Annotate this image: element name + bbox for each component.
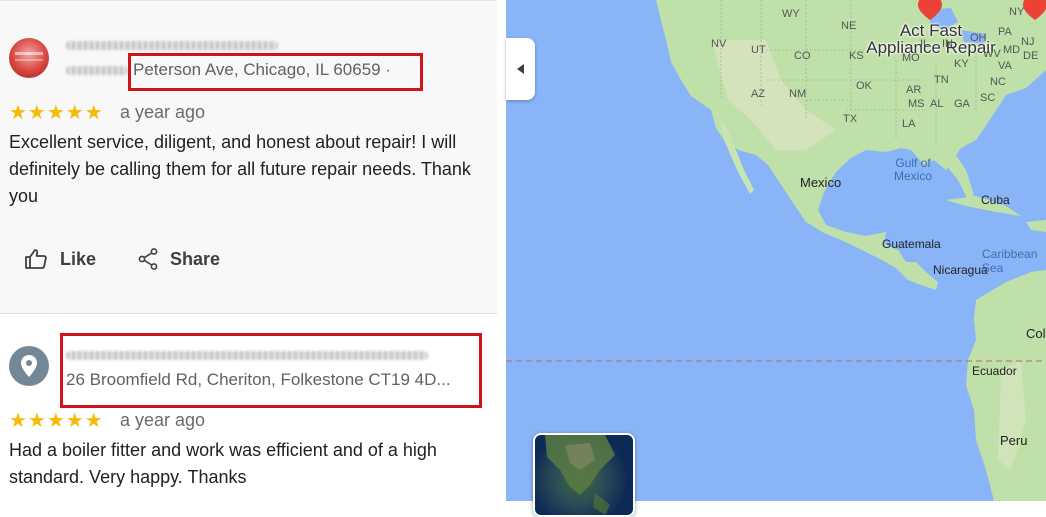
satellite-layer-toggle[interactable] bbox=[533, 433, 635, 517]
state-label: AR bbox=[906, 84, 922, 96]
share-icon bbox=[138, 248, 158, 270]
satellite-thumbnail bbox=[545, 435, 615, 515]
share-button[interactable]: Share bbox=[138, 248, 220, 270]
state-label: VA bbox=[998, 60, 1012, 72]
state-label: IL bbox=[920, 38, 930, 50]
country-label: Nicaragua bbox=[933, 263, 988, 277]
state-label: KY bbox=[954, 58, 969, 70]
state-label: NV bbox=[711, 38, 727, 50]
map-canvas[interactable]: Act Fast Appliance Repair NV UT WY CO NE… bbox=[506, 0, 1046, 501]
country-label: Peru bbox=[1000, 433, 1028, 448]
state-label: SC bbox=[980, 92, 996, 104]
review-card: Peterson Ave, Chicago, IL 60659 · ★★★★★ … bbox=[0, 0, 497, 314]
annotation-box bbox=[128, 53, 423, 91]
caret-left-icon bbox=[516, 64, 524, 74]
state-label: MS bbox=[908, 98, 925, 110]
state-label: NC bbox=[990, 76, 1006, 88]
review-text: Had a boiler fitter and work was efficie… bbox=[9, 440, 437, 487]
reviewer-avatar[interactable] bbox=[9, 38, 49, 78]
star-rating: ★★★★★ bbox=[9, 102, 104, 124]
state-label: NM bbox=[789, 88, 807, 100]
state-label: DE bbox=[1023, 50, 1039, 62]
annotation-box bbox=[60, 333, 482, 408]
review-text: Excellent service, diligent, and honest … bbox=[9, 132, 471, 206]
state-label: CO bbox=[794, 50, 811, 62]
state-label: MD bbox=[1003, 44, 1021, 56]
thumbs-up-icon bbox=[25, 249, 47, 269]
map-pin-icon[interactable] bbox=[917, 0, 943, 20]
map-pin-icon[interactable] bbox=[1022, 0, 1046, 20]
state-label: MO bbox=[902, 52, 920, 64]
state-label: NE bbox=[841, 20, 857, 32]
map-terrain bbox=[506, 0, 1046, 501]
star-rating: ★★★★★ bbox=[9, 410, 104, 432]
state-label: AZ bbox=[751, 88, 766, 100]
state-label: TX bbox=[843, 113, 858, 125]
country-label: Guatemala bbox=[882, 237, 941, 251]
country-label: Cuba bbox=[981, 193, 1010, 207]
state-label: PA bbox=[998, 26, 1012, 38]
country-label: Colom bbox=[1026, 326, 1046, 341]
state-label: WY bbox=[782, 8, 800, 20]
like-label: Like bbox=[60, 248, 97, 269]
state-label: UT bbox=[751, 44, 766, 56]
state-label: GA bbox=[954, 98, 970, 110]
state-label: TN bbox=[934, 74, 949, 86]
country-label: Ecuador bbox=[972, 364, 1017, 378]
state-label: KS bbox=[849, 50, 864, 62]
redacted-address-prefix bbox=[66, 66, 128, 75]
state-label: IN bbox=[942, 38, 953, 50]
review-time: a year ago bbox=[120, 102, 206, 122]
collapse-panel-button[interactable] bbox=[506, 38, 535, 100]
review-time: a year ago bbox=[120, 410, 206, 430]
state-label: NY bbox=[1009, 6, 1025, 18]
state-label: LA bbox=[902, 118, 916, 130]
like-button[interactable]: Like bbox=[24, 248, 96, 270]
state-label: WV bbox=[983, 48, 1001, 60]
country-label: Mexico bbox=[800, 175, 842, 190]
state-label: OH bbox=[970, 32, 987, 44]
place-avatar[interactable] bbox=[9, 346, 49, 386]
state-label: AL bbox=[930, 98, 944, 110]
state-label: OK bbox=[856, 80, 872, 92]
water-label: Caribbean Sea bbox=[982, 247, 1038, 275]
reviews-panel: Peterson Ave, Chicago, IL 60659 · ★★★★★ … bbox=[0, 0, 497, 501]
redacted-reviewer-name bbox=[66, 41, 278, 50]
state-label: NJ bbox=[1021, 36, 1035, 48]
water-label: Gulf of Mexico bbox=[894, 156, 933, 183]
share-label: Share bbox=[170, 248, 221, 269]
location-pin-icon bbox=[21, 355, 37, 377]
